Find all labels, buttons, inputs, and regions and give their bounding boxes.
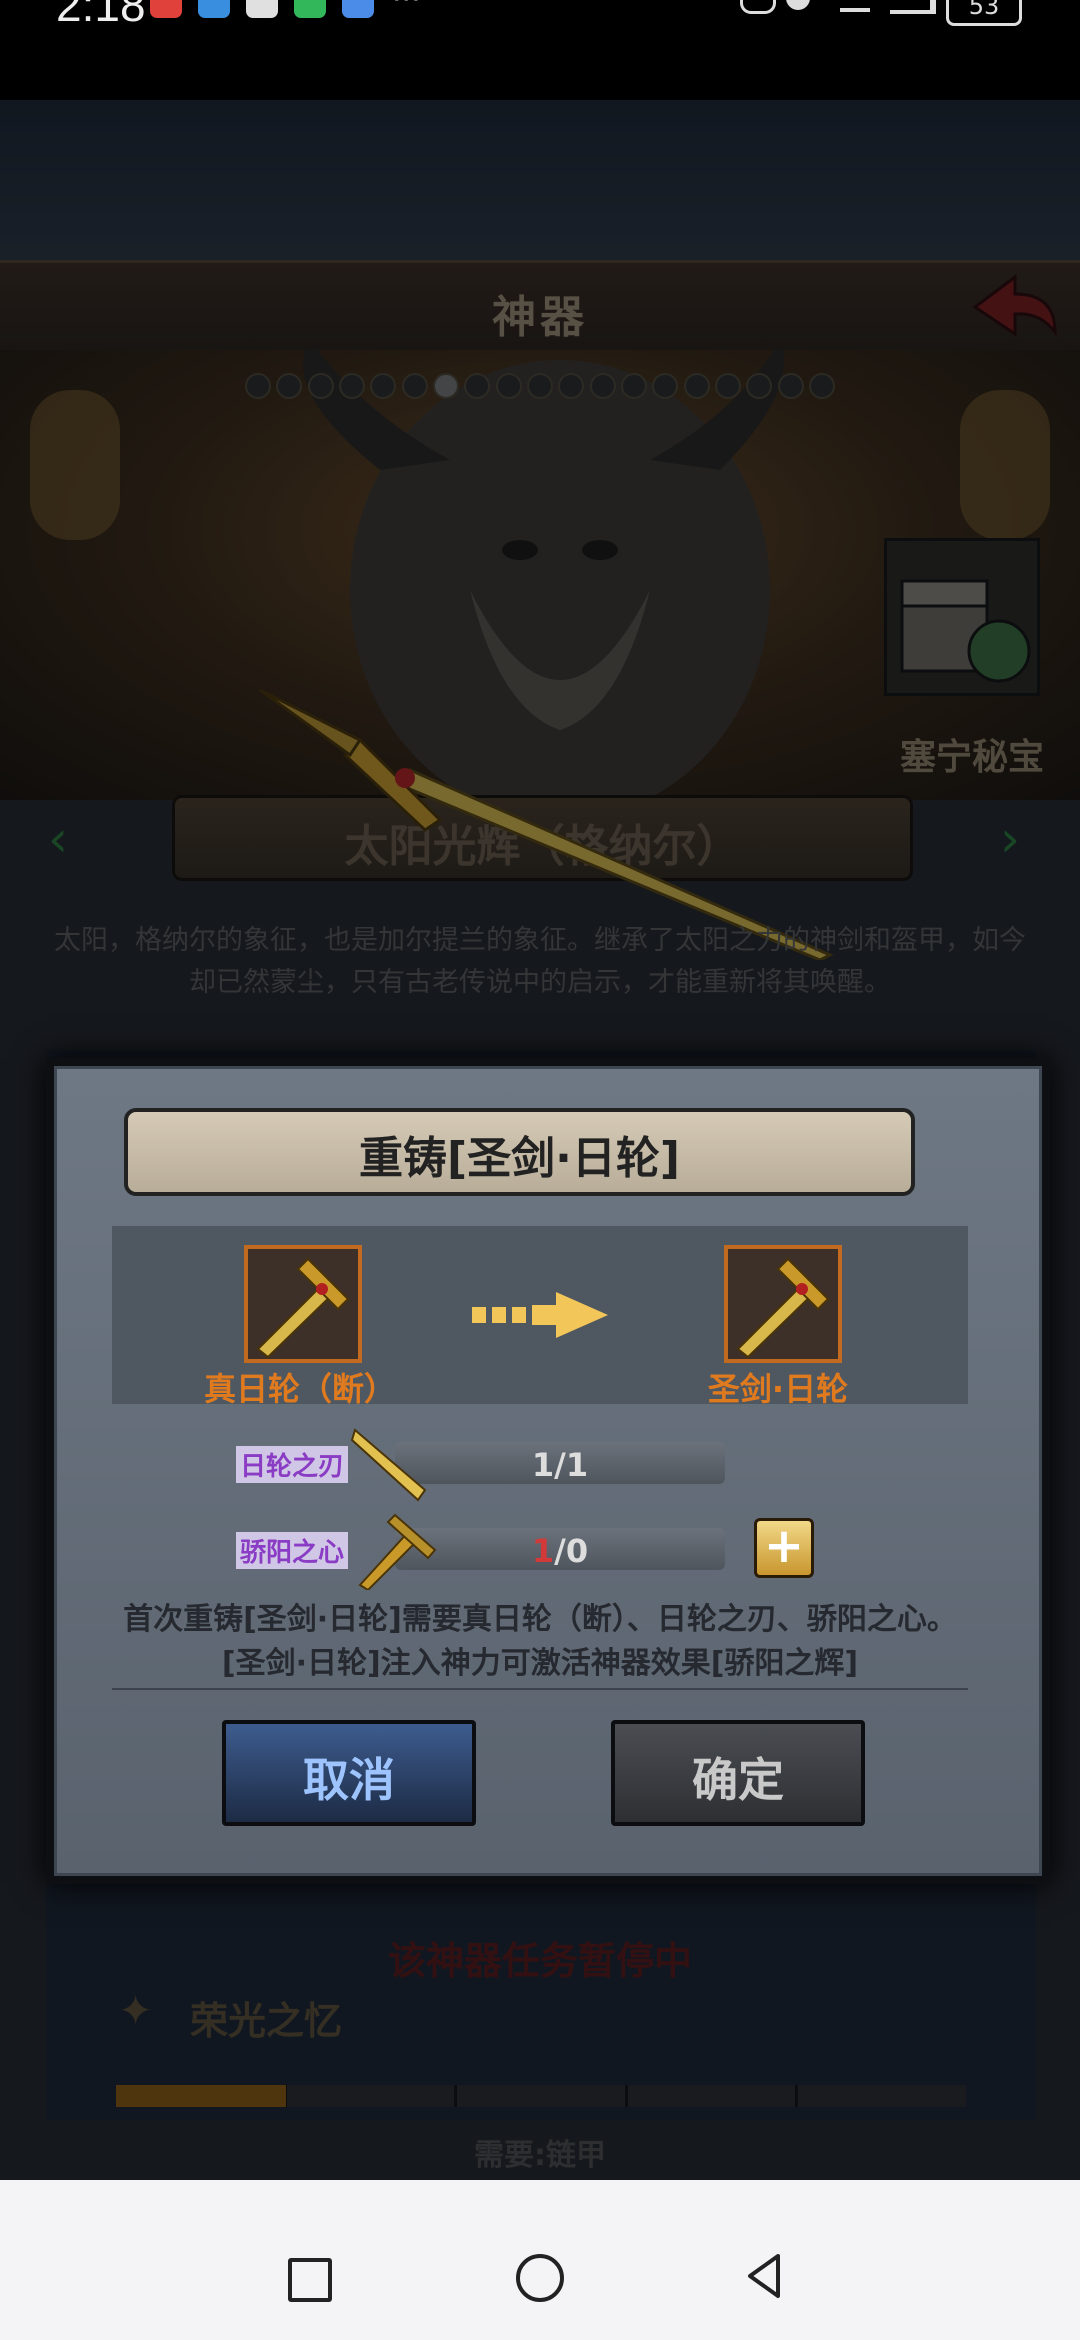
material-have: 1 (531, 1446, 555, 1484)
status-time: 2:18 (56, 0, 146, 31)
blade-material-icon[interactable] (350, 1425, 440, 1505)
material-label: 日轮之刃 (236, 1446, 349, 1483)
recents-button[interactable] (288, 2258, 332, 2302)
nfc-icon (740, 0, 776, 14)
material-separator: / (554, 1532, 566, 1570)
app-notification-icon (198, 0, 230, 18)
material-progress-bar: 1/1 (395, 1442, 725, 1484)
note-line: [圣剑·日轮]注入神力可激活神器效果[骄阳之辉] (221, 1646, 859, 1681)
dialog-title-banner: 重铸[圣剑·日轮] (124, 1108, 915, 1196)
moon-icon (786, 0, 810, 10)
app-notification-icon (246, 0, 278, 18)
more-notifications-icon: ··· (392, 0, 421, 17)
divider (112, 1688, 968, 1690)
hilt-material-icon[interactable] (350, 1500, 440, 1590)
arrow-right-icon (472, 1292, 608, 1338)
battery-icon: 53 (946, 0, 1022, 26)
add-material-button[interactable]: + (754, 1518, 814, 1578)
source-item-icon[interactable] (244, 1245, 362, 1363)
material-progress-bar: 1/0 (395, 1528, 725, 1570)
material-need: 1 (565, 1446, 589, 1484)
confirm-button[interactable]: 确定 (611, 1720, 865, 1826)
home-button[interactable] (516, 2254, 564, 2302)
material-separator: / (554, 1446, 566, 1484)
app-notification-icon (342, 0, 374, 18)
reforge-note: 首次重铸[圣剑·日轮]需要真日轮（断）、日轮之刃、骄阳之心。 [圣剑·日轮]注入… (60, 1598, 1020, 1686)
material-need: 0 (565, 1532, 589, 1570)
cancel-button[interactable]: 取消 (222, 1720, 476, 1826)
note-line: 首次重铸[圣剑·日轮]需要真日轮（断）、日轮之刃、骄阳之心。 (123, 1602, 957, 1637)
material-label: 骄阳之心 (236, 1532, 349, 1569)
source-item-label: 真日轮（断） (203, 1370, 396, 1408)
dialog-title: 重铸[圣剑·日轮] (359, 1133, 680, 1184)
material-have: 1 (531, 1532, 555, 1570)
wechat-notification-icon (294, 0, 326, 18)
target-item-label: 圣剑·日轮 (707, 1370, 849, 1408)
app-notification-icon (150, 0, 182, 18)
cancel-label: 取消 (303, 1753, 395, 1807)
status-bar: 2:18 ··· 53 (0, 0, 1080, 100)
target-item-icon[interactable] (724, 1245, 842, 1363)
confirm-label: 确定 (692, 1753, 784, 1807)
signal-icon (890, 0, 936, 14)
wifi-icon (840, 0, 870, 12)
back-button[interactable] (742, 2252, 790, 2300)
